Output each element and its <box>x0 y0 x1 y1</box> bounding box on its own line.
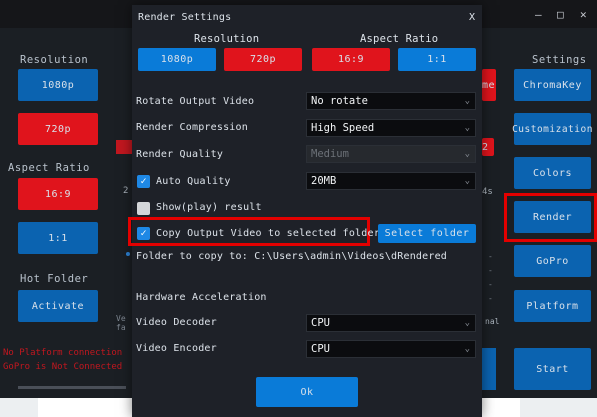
chevron-down-icon: ⌄ <box>464 344 470 354</box>
bg-text-fragment: - <box>488 280 493 289</box>
folder-path-text: Folder to copy to: C:\Users\admin\Videos… <box>136 251 448 262</box>
resolution-label: Resolution <box>20 54 89 66</box>
bg-red-fragment: me <box>482 69 496 101</box>
auto-quality-label: Auto Quality <box>156 176 231 187</box>
bg-text-fragment: 4s <box>482 187 493 197</box>
chevron-down-icon: ⌄ <box>464 96 470 106</box>
activate-button[interactable]: Activate <box>18 290 98 322</box>
checkmark-icon: ✓ <box>140 176 147 187</box>
aspect-ratio-header: Aspect Ratio <box>360 33 439 45</box>
dialog-resolution-1080-button[interactable]: 1080p <box>138 48 216 71</box>
colors-button[interactable]: Colors <box>514 157 591 189</box>
customization-button[interactable]: Customization <box>512 113 592 145</box>
chevron-down-icon: ⌄ <box>464 318 470 328</box>
select-folder-button[interactable]: Select folder <box>378 224 476 243</box>
encoder-select[interactable]: CPU ⌄ <box>306 340 476 358</box>
auto-quality-checkbox[interactable]: ✓ <box>137 175 150 188</box>
compression-select[interactable]: High Speed ⌄ <box>306 119 476 137</box>
chromakey-button[interactable]: ChromaKey <box>514 69 591 101</box>
decoder-label: Video Decoder <box>136 317 217 328</box>
quality-value: Medium <box>311 148 349 160</box>
resolution-header: Resolution <box>194 33 260 45</box>
chevron-down-icon: ⌄ <box>464 176 470 186</box>
bg-text-fragment: - <box>488 266 493 275</box>
dialog-resolution-720-button[interactable]: 720p <box>224 48 302 71</box>
copy-output-checkbox[interactable]: ✓ <box>137 227 150 240</box>
show-result-label: Show(play) result <box>156 202 262 213</box>
resolution-720-button[interactable]: 720p <box>18 113 98 145</box>
gopro-status: GoPro is Not Connected <box>3 362 123 372</box>
scrollbar[interactable] <box>18 386 126 389</box>
bg-blue-fragment <box>482 348 496 390</box>
encoder-label: Video Encoder <box>136 343 217 354</box>
resolution-1080-button[interactable]: 1080p <box>18 69 98 101</box>
bg-text-fragment: nal <box>485 317 500 326</box>
rotate-label: Rotate Output Video <box>136 96 255 107</box>
bg-text-fragment: - <box>488 252 493 261</box>
bg-text-fragment: 2 <box>123 186 129 196</box>
close-icon[interactable]: ✕ <box>580 8 587 21</box>
dialog-aspect-1-1-button[interactable]: 1:1 <box>398 48 476 71</box>
compression-label: Render Compression <box>136 122 248 133</box>
page-card <box>38 398 132 417</box>
hardware-acceleration-header: Hardware Acceleration <box>136 292 267 303</box>
copy-output-label: Copy Output Video to selected folder <box>156 228 380 239</box>
quality-select: Medium ⌄ <box>306 145 476 163</box>
rotate-select[interactable]: No rotate ⌄ <box>306 92 476 110</box>
gopro-button[interactable]: GoPro <box>514 245 591 277</box>
render-settings-dialog: Render Settings X Resolution Aspect Rati… <box>128 5 482 417</box>
dialog-close-button[interactable]: X <box>469 12 475 23</box>
render-button[interactable]: Render <box>514 201 591 233</box>
bg-text-fragment: 2 <box>482 141 489 153</box>
chevron-down-icon: ⌄ <box>464 123 470 133</box>
ok-button[interactable]: Ok <box>256 377 358 407</box>
platform-button[interactable]: Platform <box>514 290 591 322</box>
start-button[interactable]: Start <box>514 348 591 390</box>
quality-label: Render Quality <box>136 149 224 160</box>
bg-text-fragment: - <box>488 294 493 303</box>
bg-dot <box>126 252 130 256</box>
bg-text-fragment: Ve <box>116 314 126 323</box>
aspect-1-1-button[interactable]: 1:1 <box>18 222 98 254</box>
aspect-ratio-label: Aspect Ratio <box>8 162 90 174</box>
minimize-icon[interactable]: – <box>535 8 542 21</box>
bg-red-fragment <box>116 140 132 154</box>
settings-label: Settings <box>532 54 587 66</box>
page-card <box>482 398 520 417</box>
rotate-value: No rotate <box>311 95 368 107</box>
dialog-title: Render Settings <box>138 12 232 23</box>
bg-text-fragment: me <box>482 79 496 91</box>
encoder-value: CPU <box>311 343 330 355</box>
decoder-value: CPU <box>311 317 330 329</box>
bg-red-fragment: 2 <box>482 138 494 156</box>
hot-folder-label: Hot Folder <box>20 273 89 285</box>
show-result-checkbox[interactable] <box>137 202 150 215</box>
auto-quality-select[interactable]: 20MB ⌄ <box>306 172 476 190</box>
checkmark-icon: ✓ <box>140 228 147 239</box>
aspect-16-9-button[interactable]: 16:9 <box>18 178 98 210</box>
dialog-aspect-16-9-button[interactable]: 16:9 <box>312 48 390 71</box>
decoder-select[interactable]: CPU ⌄ <box>306 314 476 332</box>
chevron-down-icon: ⌄ <box>464 149 470 159</box>
bg-text-fragment: fa <box>116 323 126 332</box>
platform-status: No Platform connection <box>3 348 123 358</box>
maximize-icon[interactable]: □ <box>557 8 564 21</box>
auto-quality-value: 20MB <box>311 175 337 187</box>
compression-value: High Speed <box>311 122 375 134</box>
